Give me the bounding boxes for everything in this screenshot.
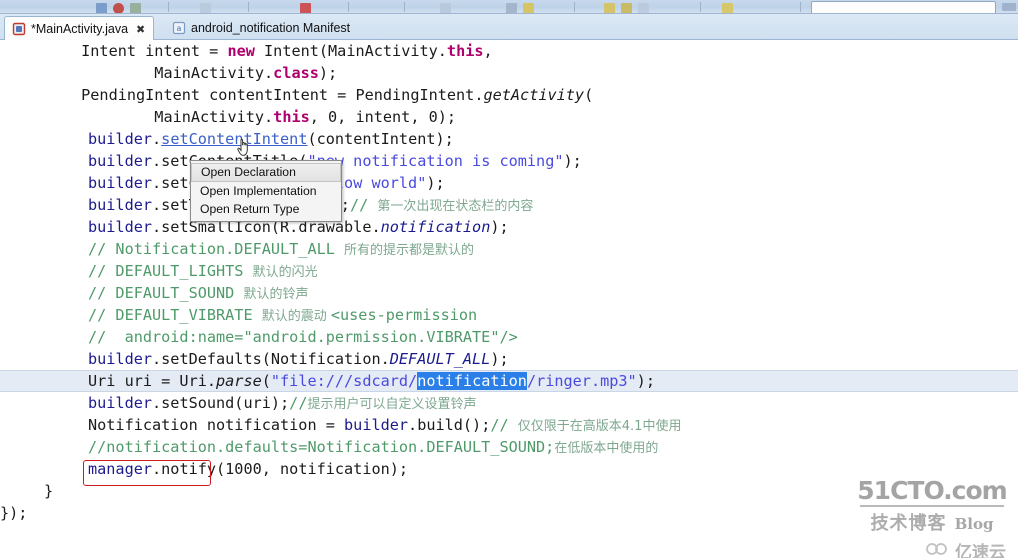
next-annotation-icon[interactable] xyxy=(506,3,517,13)
open-declaration-context-menu[interactable]: Open Declaration Open Implementation Ope… xyxy=(190,160,342,222)
tab-android-notification-manifest[interactable]: a android_notification Manifest xyxy=(165,15,358,40)
code-line: builder.setContentTitle("new notificatio… xyxy=(88,152,582,170)
menu-item-open-declaration[interactable]: Open Declaration xyxy=(191,163,341,182)
watermark-blog-label: Blog xyxy=(954,515,994,533)
code-line: builder.setContentIntent(contentIntent); xyxy=(88,130,454,148)
bookmark-icon[interactable] xyxy=(638,3,649,13)
eclipse-window: *MainActivity.java ✖ a android_notificat… xyxy=(0,0,1018,558)
new-icon[interactable] xyxy=(200,3,211,13)
code-line: MainActivity.this, 0, intent, 0); xyxy=(8,108,457,126)
editor-tab-bar: *MainActivity.java ✖ a android_notificat… xyxy=(0,14,1018,41)
code-line: //notification.defaults=Notification.DEF… xyxy=(88,438,659,456)
xml-file-icon: a xyxy=(172,21,186,35)
close-icon[interactable]: ✖ xyxy=(136,23,145,36)
hand-pointer-cursor xyxy=(236,136,253,157)
code-line: // DEFAULT_LIGHTS 默认的闪光 xyxy=(88,262,318,280)
code-line: builder.setDefaults(Notification.DEFAULT… xyxy=(88,350,509,368)
watermark-cn-label: 技术博客 xyxy=(870,513,947,534)
code-line: PendingIntent contentIntent = PendingInt… xyxy=(8,86,594,104)
watermark-divider xyxy=(860,505,1004,507)
code-line: builder.setContentText("hellow world"); xyxy=(88,174,445,192)
menu-item-open-implementation[interactable]: Open Implementation xyxy=(191,182,341,200)
watermark: 51CTO.com 技术博客 Blog 亿速云 xyxy=(854,476,1010,558)
code-line: // android:name="android.permission.VIBR… xyxy=(88,328,518,346)
watermark-partner-label: 亿速云 xyxy=(955,543,1006,558)
code-line: builder.setTicker("通知来了");// 第一次出现在状态栏的内… xyxy=(88,196,534,214)
java-file-icon xyxy=(12,22,26,36)
code-line: builder.setSmallIcon(R.drawable.notifica… xyxy=(88,218,509,236)
code-line: Notification notification = builder.buil… xyxy=(88,416,682,434)
code-line: builder.setSound(uri);//提示用户可以自定义设置铃声 xyxy=(88,394,477,412)
svg-text:a: a xyxy=(177,24,182,33)
code-line: Intent intent = new Intent(MainActivity.… xyxy=(8,42,493,60)
previous-annotation-icon[interactable] xyxy=(523,3,534,13)
selected-text: notification xyxy=(417,372,527,390)
forward-icon[interactable] xyxy=(621,3,632,13)
toolbar-overflow-button[interactable] xyxy=(1002,3,1016,11)
tab-label: *MainActivity.java xyxy=(31,22,129,36)
code-line: // Notification.DEFAULT_ALL 所有的提示都是默认的 xyxy=(88,240,475,258)
external-tools-icon[interactable] xyxy=(300,3,311,13)
code-line: MainActivity.class); xyxy=(8,64,338,82)
debug-icon[interactable] xyxy=(113,3,124,13)
back-icon[interactable] xyxy=(604,3,615,13)
warning-icon[interactable] xyxy=(722,3,733,13)
run-icon[interactable] xyxy=(130,3,141,13)
yisuyun-logo-icon xyxy=(925,540,951,558)
quick-access-search-input[interactable] xyxy=(811,1,996,13)
search-icon[interactable] xyxy=(440,3,451,13)
save-icon[interactable] xyxy=(96,3,107,13)
code-line: // DEFAULT_VIBRATE 默认的震动 <uses-permissio… xyxy=(88,306,478,324)
main-toolbar xyxy=(0,0,1018,14)
tab-label: android_notification Manifest xyxy=(191,20,351,35)
code-line: // DEFAULT_SOUND 默认的铃声 xyxy=(88,284,309,302)
code-line-current: Uri uri = Uri.parse("file:///sdcard/noti… xyxy=(0,370,1018,392)
menu-item-open-return-type[interactable]: Open Return Type xyxy=(191,200,341,218)
watermark-site: 51CTO.com xyxy=(857,476,1007,505)
tab-mainactivity-java[interactable]: *MainActivity.java ✖ xyxy=(4,16,155,41)
